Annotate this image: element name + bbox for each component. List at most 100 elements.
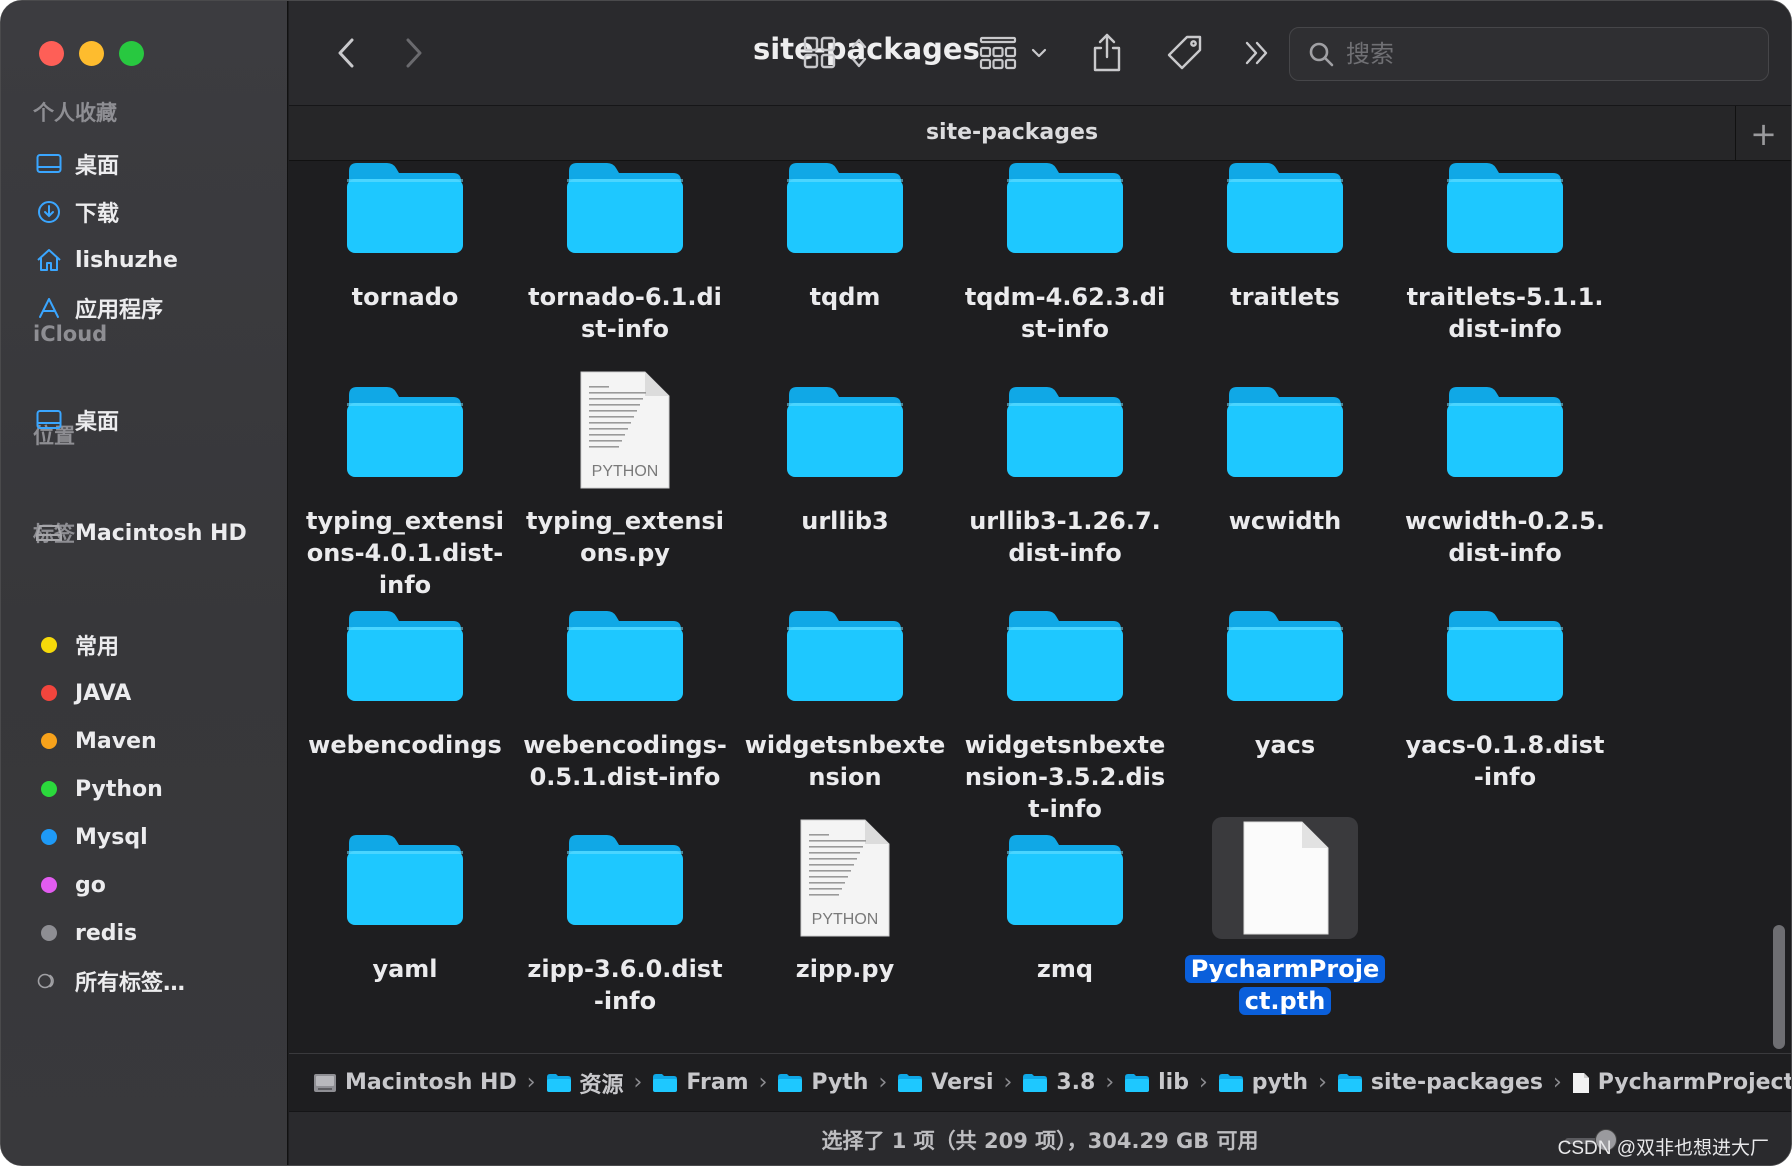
sidebar-item-label: lishuzhe	[75, 247, 178, 273]
search-input[interactable]	[1346, 40, 1746, 68]
folder-icon	[992, 593, 1138, 715]
folder-item-tqdm-4-62-3-dist-info[interactable]: tqdm-4.62.3.dist-info	[959, 161, 1171, 345]
minimize-button[interactable]	[79, 41, 104, 66]
home-icon	[35, 246, 63, 274]
folder-item-yacs-0-1-8-dist-info[interactable]: yacs-0.1.8.dist-info	[1399, 593, 1611, 793]
folder-item-webencodings[interactable]: webencodings	[299, 593, 511, 761]
folder-icon	[897, 1073, 923, 1093]
folder-item-traitlets-5-1-1-dist-info[interactable]: traitlets-5.1.1.dist-info	[1399, 161, 1611, 345]
folder-item-tornado-6-1-dist-info[interactable]: tornado-6.1.dist-info	[519, 161, 731, 345]
path-crumb[interactable]: 3.8	[1022, 1070, 1095, 1095]
python-file-icon: PYTHON	[772, 817, 918, 939]
folder-item-yaml[interactable]: yaml	[299, 817, 511, 985]
folder-item-webencodings-0-5-1-dist-info[interactable]: webencodings-0.5.1.dist-info	[519, 593, 731, 793]
sidebar: 个人收藏 iCloud 位置 标签 所有标签… 桌面 下载 lishuzhe 应用程序…	[1, 1, 288, 1165]
item-label: webencodings	[308, 731, 502, 759]
folder-item-traitlets[interactable]: traitlets	[1179, 161, 1391, 313]
new-tab-button[interactable]: +	[1735, 106, 1791, 162]
path-crumb-label: Versi	[931, 1070, 994, 1095]
path-crumb-label: lib	[1158, 1070, 1189, 1095]
file-item-typing-extensions-py[interactable]: PYTHON typing_extensions.py	[519, 369, 731, 569]
folder-item-urllib3-1-26-7-dist-info[interactable]: urllib3-1.26.7.dist-info	[959, 369, 1171, 569]
sidebar-item-label: 桌面	[75, 410, 120, 435]
folder-icon	[992, 817, 1138, 939]
path-crumb[interactable]: site-packages	[1337, 1070, 1543, 1095]
folder-item-widgetsnbextension-3-5-2-dist-info[interactable]: widgetsnbextension-3.5.2.dist-info	[959, 593, 1171, 825]
item-label: tqdm	[809, 283, 881, 311]
sidebar-item-label: 下载	[75, 202, 120, 227]
desktop-icon	[35, 150, 63, 178]
more-toolbar-button[interactable]	[1241, 33, 1273, 73]
sidebar-tag-常用[interactable]: 常用	[35, 628, 119, 662]
sidebar-tag-maven[interactable]: Maven	[35, 724, 157, 758]
tab-bar: site-packages +	[289, 105, 1791, 162]
sidebar-tag-redis[interactable]: redis	[35, 916, 137, 950]
sidebar-item-label: Maven	[75, 728, 157, 754]
view-mode-button[interactable]	[803, 33, 873, 73]
path-crumb[interactable]: 资源	[546, 1067, 624, 1099]
sidebar-tag-mysql[interactable]: Mysql	[35, 820, 148, 854]
path-crumb[interactable]: Fram	[652, 1070, 749, 1095]
applications-icon	[35, 294, 63, 322]
search-field[interactable]	[1289, 27, 1769, 81]
path-crumb-label: site-packages	[1370, 1070, 1543, 1095]
finder-window: 个人收藏 iCloud 位置 标签 所有标签… 桌面 下载 lishuzhe 应用程序…	[0, 0, 1792, 1166]
path-crumb[interactable]: Versi	[897, 1070, 994, 1095]
sidebar-item-downloads[interactable]: 下载	[35, 195, 119, 229]
folder-item-yacs[interactable]: yacs	[1179, 593, 1391, 761]
tag-color-dot-icon	[35, 679, 63, 707]
folder-item-widgetsnbextension[interactable]: widgetsnbextension	[739, 593, 951, 793]
path-crumb-label: pyth	[1251, 1070, 1309, 1095]
folder-item-typing-extensions-4-0-1-dist-info[interactable]: typing_extensions-4.0.1.dist-info	[299, 369, 511, 601]
folder-item-wcwidth-0-2-5-dist-info[interactable]: wcwidth-0.2.5.dist-info	[1399, 369, 1611, 569]
file-item-pycharmproject-pth[interactable]: PycharmProject.pth	[1179, 817, 1391, 1017]
folder-icon	[332, 593, 478, 715]
tag-button[interactable]	[1165, 33, 1205, 73]
desktop-icon	[35, 406, 63, 434]
folder-item-tqdm[interactable]: tqdm	[739, 161, 951, 313]
path-crumb-label: Macintosh HD	[345, 1070, 517, 1095]
item-label: urllib3-1.26.7.dist-info	[969, 507, 1161, 567]
path-crumb[interactable]: PycharmProject.pth	[1572, 1070, 1791, 1095]
forward-button[interactable]	[399, 33, 429, 73]
item-label: wcwidth-0.2.5.dist-info	[1405, 507, 1605, 567]
sidebar-item-label: Mysql	[75, 824, 148, 850]
folder-item-zmq[interactable]: zmq	[959, 817, 1171, 985]
path-crumb[interactable]: lib	[1124, 1070, 1189, 1095]
sidebar-item-icloud-desktop[interactable]: 桌面	[35, 403, 119, 437]
path-crumb[interactable]: Pyth	[777, 1070, 868, 1095]
sidebar-item-applications[interactable]: 应用程序	[35, 291, 163, 325]
folder-item-urllib3[interactable]: urllib3	[739, 369, 951, 537]
share-button[interactable]	[1089, 33, 1125, 73]
folder-item-zipp-3-6-0-dist-info[interactable]: zipp-3.6.0.dist-info	[519, 817, 731, 1017]
item-label: zmq	[1036, 955, 1094, 983]
item-label: zipp.py	[795, 955, 895, 983]
item-label: webencodings-0.5.1.dist-info	[523, 731, 727, 791]
path-crumb[interactable]: pyth	[1218, 1070, 1308, 1095]
tab-site-packages[interactable]: site-packages	[289, 120, 1735, 145]
folder-item-tornado[interactable]: tornado	[299, 161, 511, 313]
sidebar-item-home[interactable]: lishuzhe	[35, 243, 178, 277]
file-item-zipp-py[interactable]: PYTHON zipp.py	[739, 817, 951, 985]
sidebar-tag-java[interactable]: JAVA	[35, 676, 131, 710]
group-button[interactable]	[979, 33, 1055, 73]
item-label: widgetsnbextension	[744, 731, 946, 791]
folder-item-wcwidth[interactable]: wcwidth	[1179, 369, 1391, 537]
path-separator-icon: ›	[1318, 1070, 1327, 1095]
sidebar-item-all-tags[interactable]: 所有标签…	[35, 964, 185, 998]
path-separator-icon: ›	[878, 1070, 888, 1095]
sidebar-tag-go[interactable]: go	[35, 868, 106, 902]
folder-icon	[992, 161, 1138, 267]
close-button[interactable]	[39, 41, 64, 66]
sidebar-item-macintosh-hd[interactable]: Macintosh HD	[35, 516, 247, 550]
zoom-button[interactable]	[119, 41, 144, 66]
item-label: PycharmProject.pth	[1179, 953, 1391, 1017]
folder-icon	[1022, 1073, 1048, 1093]
vertical-scrollbar[interactable]	[1773, 925, 1785, 1049]
sidebar-tag-python[interactable]: Python	[35, 772, 163, 806]
search-icon	[1309, 42, 1334, 67]
sidebar-item-desktop[interactable]: 桌面	[35, 147, 119, 181]
back-button[interactable]	[331, 33, 361, 73]
path-crumb[interactable]: Macintosh HD	[313, 1070, 517, 1095]
sidebar-section-icloud: iCloud	[33, 322, 108, 346]
